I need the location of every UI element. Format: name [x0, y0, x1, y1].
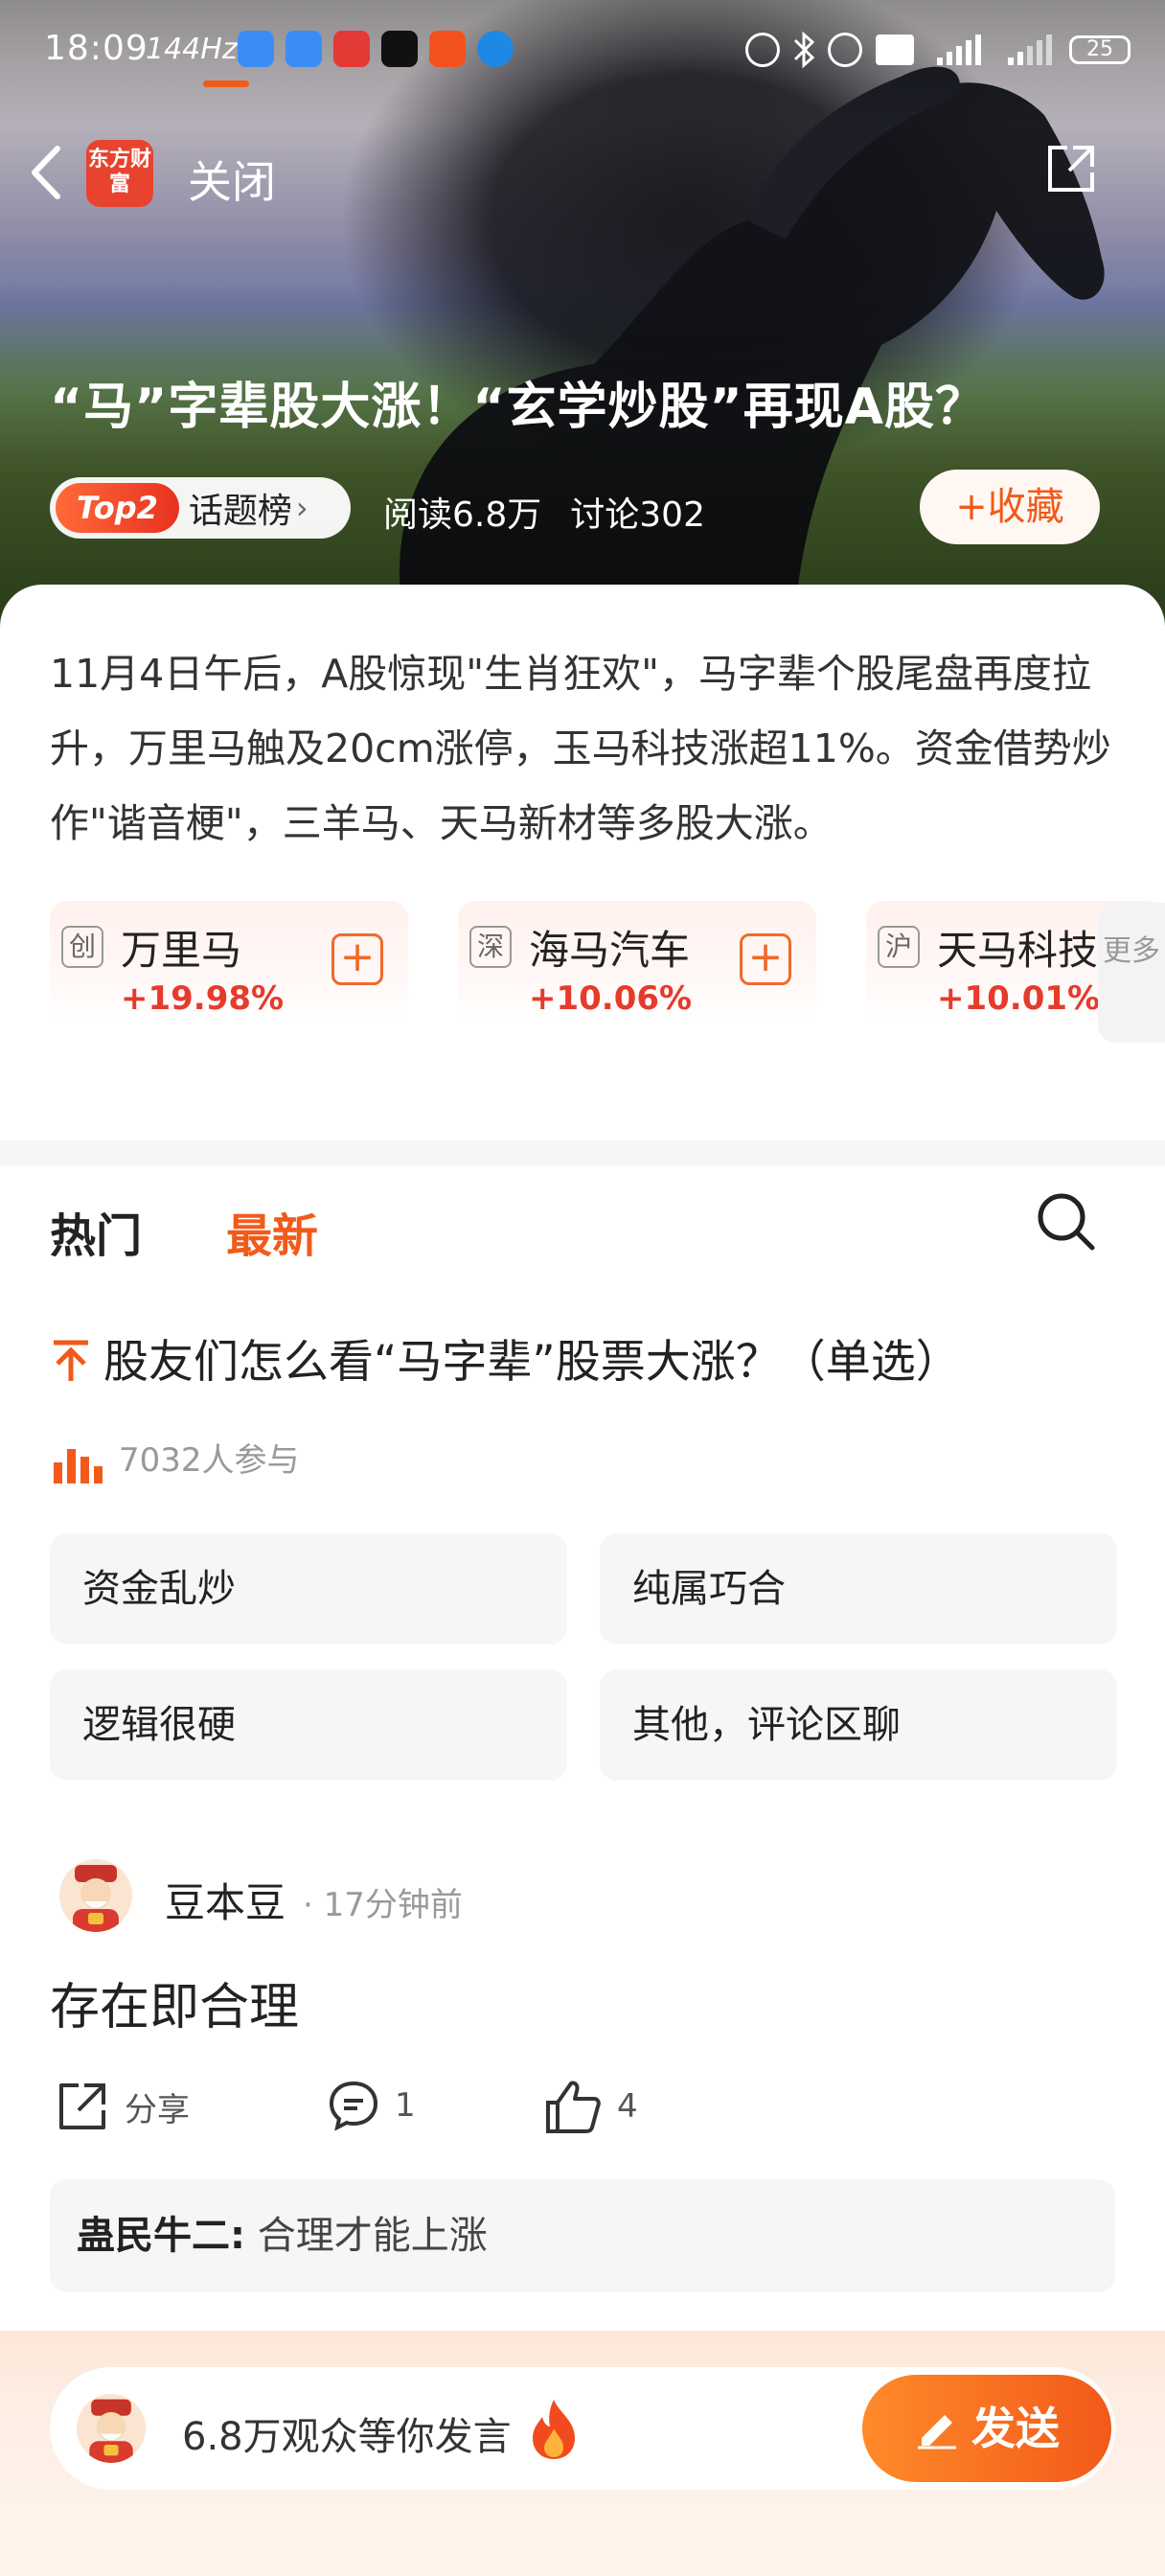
status-icons: 25: [745, 29, 1131, 71]
send-button[interactable]: 发送: [862, 2375, 1111, 2482]
collect-button[interactable]: +收藏: [920, 470, 1100, 544]
rank-chip[interactable]: Top2 话题榜 ›: [50, 477, 351, 539]
search-icon[interactable]: [1033, 1188, 1100, 1255]
tab-hot[interactable]: 热门: [50, 1198, 142, 1265]
share-out-icon[interactable]: [1044, 142, 1098, 196]
status-bar: 18:09 144Hz 25: [0, 0, 1165, 105]
rank-badge: Top2: [56, 483, 179, 533]
more-stocks-button[interactable]: 更多: [1098, 903, 1165, 1043]
add-watchlist-icon[interactable]: +: [740, 933, 791, 985]
reply-preview[interactable]: 蛊民牛二: 合理才能上涨: [50, 2179, 1115, 2292]
stock-change: +19.98%: [121, 979, 285, 1018]
fortune-god-avatar-icon: [73, 1865, 119, 1932]
stock-card[interactable]: 深 海马汽车 +10.06% +: [458, 901, 816, 1024]
trend-up-icon: [54, 1340, 88, 1381]
poll-option[interactable]: 纯属巧合: [600, 1533, 1117, 1644]
news-app-icon: [429, 31, 466, 67]
poll-option[interactable]: 其他，评论区聊: [600, 1669, 1117, 1781]
rank-label: 话题榜: [188, 492, 292, 531]
bar-chart-icon: [54, 1448, 103, 1484]
close-button[interactable]: 关闭: [188, 148, 276, 211]
add-watchlist-icon[interactable]: +: [331, 933, 383, 985]
back-arrow-icon[interactable]: [23, 139, 71, 206]
comment-prompt[interactable]: 6.8万观众等你发言: [182, 2405, 512, 2461]
chevron-right-icon: ›: [295, 490, 308, 526]
board-tag: 深: [469, 926, 512, 968]
baidu-app-icon: [238, 31, 274, 67]
k-app-icon: [477, 31, 514, 67]
topic-stats: 阅读6.8万 讨论302: [383, 487, 734, 537]
section-divider: [0, 1140, 1165, 1165]
avatar[interactable]: [59, 1859, 132, 1932]
stock-name: 海马汽车: [529, 927, 691, 974]
fire-icon: [533, 2400, 575, 2459]
stock-change: +10.06%: [529, 979, 693, 1018]
poll-option[interactable]: 资金乱炒: [50, 1533, 567, 1644]
signal-icon-2: [1008, 34, 1052, 65]
board-tag: 创: [61, 926, 103, 968]
thumbs-up-icon: [546, 2081, 601, 2133]
bluetooth-icon: [793, 31, 815, 69]
signal-icon: [937, 34, 981, 65]
topic-title: “马”字辈股大涨！“玄学炒股”再现A股？: [50, 379, 986, 436]
tiktok-app-icon: [381, 31, 418, 67]
tab-latest[interactable]: 最新: [226, 1198, 318, 1265]
data-saver-icon: [745, 33, 780, 67]
pencil-icon: [918, 2415, 956, 2450]
post-username[interactable]: 豆本豆: [165, 1871, 286, 1929]
poll-participants: 7032人参与: [119, 1441, 300, 1480]
poll-question-row: 股友们怎么看“马字辈”股票大涨？（单选）: [50, 1324, 1142, 1391]
poll-question: 股友们怎么看“马字辈”股票大涨？（单选）: [103, 1336, 961, 1389]
topic-summary: 11月4日午后，A股惊现"生肖狂欢"，马字辈个股尾盘再度拉升，万里马触及20cm…: [50, 651, 1111, 846]
poll-participants-row: 7032人参与: [50, 1434, 300, 1485]
comment-count: 1: [395, 2086, 416, 2125]
stock-card[interactable]: 创 万里马 +19.98% +: [50, 901, 408, 1024]
stock-name: 万里马: [121, 927, 242, 974]
active-tab-indicator: [203, 80, 249, 87]
pinduoduo-app-icon: [333, 31, 370, 67]
like-action[interactable]: 4: [542, 2078, 638, 2135]
status-refresh-rate: 144Hz: [146, 33, 238, 66]
reply-text: 合理才能上涨: [257, 2214, 488, 2258]
post-time: · 17分钟前: [303, 1886, 463, 1924]
baidu-app-icon-2: [286, 31, 322, 67]
share-icon: [59, 2083, 105, 2129]
board-tag: 沪: [878, 926, 920, 968]
poll-option[interactable]: 逻辑很硬: [50, 1669, 567, 1781]
comment-icon: [329, 2081, 378, 2131]
stock-change: +10.01%: [937, 979, 1101, 1018]
share-action[interactable]: 分享: [54, 2078, 190, 2135]
send-label: 发送: [971, 2403, 1060, 2454]
hd-icon: [876, 34, 914, 65]
alarm-icon: [828, 33, 862, 67]
reply-username: 蛊民牛二:: [77, 2214, 245, 2258]
fortune-god-avatar-icon: [89, 2399, 133, 2463]
discussion-count: 讨论302: [570, 495, 705, 535]
stock-name: 天马科技: [937, 927, 1099, 974]
status-time: 18:09: [44, 29, 148, 68]
like-count: 4: [617, 2087, 638, 2126]
read-count: 阅读6.8万: [383, 495, 542, 535]
post-content[interactable]: 存在即合理: [50, 1966, 299, 2038]
avatar: [77, 2394, 146, 2463]
share-label: 分享: [125, 2090, 190, 2129]
comment-action[interactable]: 1: [326, 2078, 416, 2133]
battery-indicator: 25: [1069, 35, 1131, 64]
app-logo: 东方财富: [86, 140, 153, 207]
